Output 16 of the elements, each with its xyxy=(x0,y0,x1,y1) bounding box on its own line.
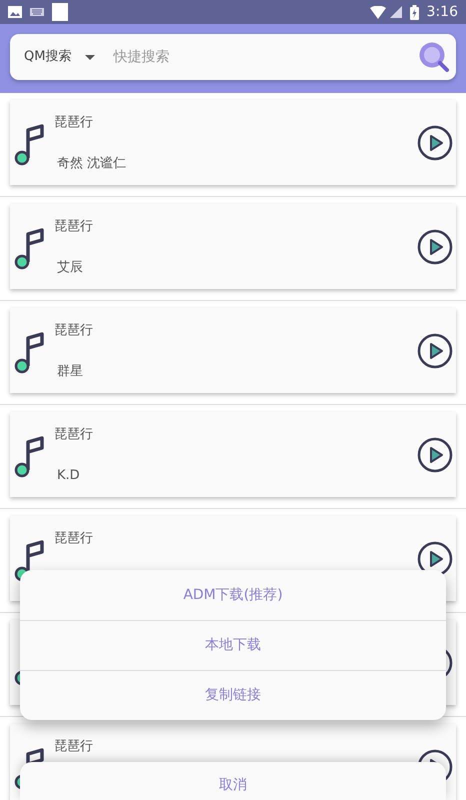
source-dropdown[interactable]: QM搜索 xyxy=(24,47,96,67)
artist-name: 艾辰 xyxy=(57,258,84,276)
song-card[interactable]: 琵琶行 K.D xyxy=(10,412,456,497)
artist-name: K.D xyxy=(57,466,81,484)
song-title: 琵琶行 xyxy=(54,530,94,548)
song-title: 琵琶行 xyxy=(54,738,94,756)
song-card[interactable]: 琵琶行 艾辰 xyxy=(10,204,456,289)
artist-name: 奇然 沈谧仁 xyxy=(57,154,128,172)
artist-name: 群星 xyxy=(57,362,84,380)
song-card[interactable]: 琵琶行 群星 xyxy=(10,308,456,393)
song-title: 琵琶行 xyxy=(54,426,94,444)
song-title: 琵琶行 xyxy=(54,218,94,236)
song-card[interactable]: 琵琶行 奇然 沈谧仁 xyxy=(10,100,456,185)
clock-time: 3:16 xyxy=(426,2,458,22)
song-title: 琵琶行 xyxy=(54,114,94,132)
song-title: 琵琶行 xyxy=(54,322,94,340)
